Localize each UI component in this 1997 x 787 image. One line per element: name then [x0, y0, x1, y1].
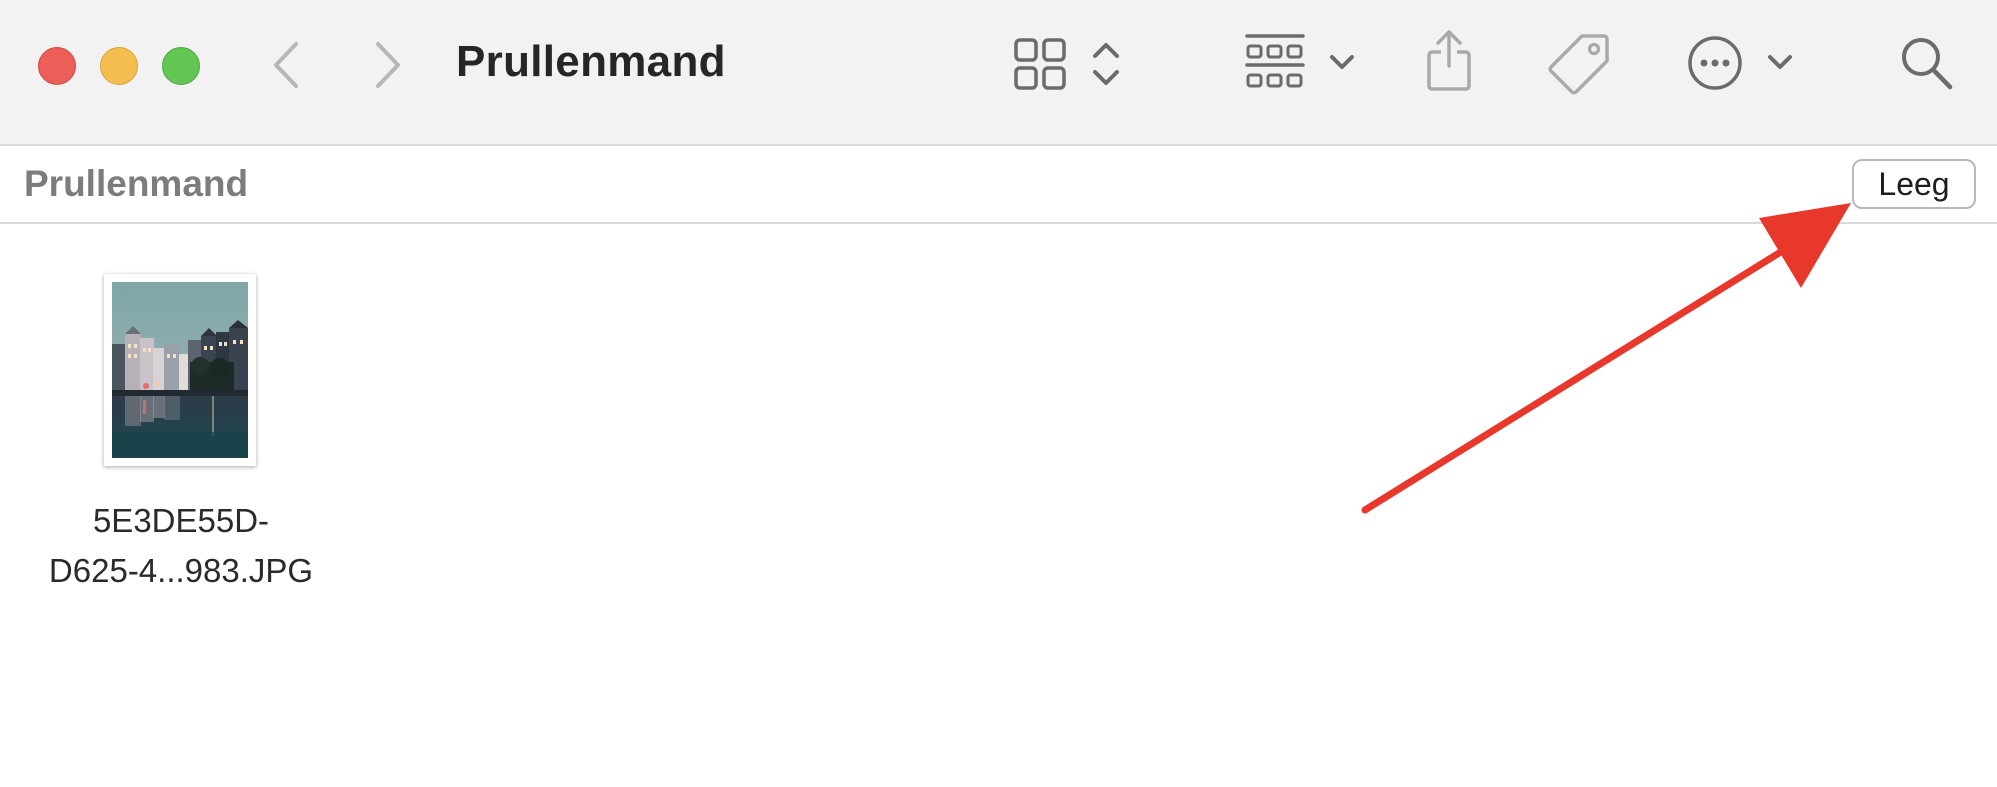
canal-houses-photo — [112, 282, 248, 458]
chevron-down-icon[interactable] — [1766, 52, 1794, 72]
group-by-icon[interactable] — [1244, 32, 1306, 94]
file-name-line-2: D625-4...983.JPG — [48, 552, 314, 589]
file-name-label[interactable]: 5E3DE55D- D625-4...983.JPG — [10, 496, 352, 596]
file-name-line-1: 5E3DE55D- — [92, 502, 270, 539]
view-switch-updown-icon[interactable] — [1090, 38, 1122, 90]
share-icon[interactable] — [1424, 28, 1474, 94]
chevron-down-icon[interactable] — [1328, 52, 1356, 72]
toolbar: Prullenmand — [0, 0, 1997, 146]
icon-view-grid-icon[interactable] — [1012, 36, 1068, 92]
close-window-button[interactable] — [38, 47, 76, 85]
maximize-window-button[interactable] — [162, 47, 200, 85]
file-item[interactable]: 5E3DE55D- D625-4...983.JPG — [10, 274, 352, 604]
forward-chevron-icon[interactable] — [370, 38, 406, 92]
location-title: Prullenmand — [24, 163, 249, 204]
empty-trash-button[interactable]: Leeg — [1852, 159, 1976, 209]
finder-window: Prullenmand Prullenmand Leeg 5E3DE55D- D… — [0, 0, 1997, 787]
search-icon[interactable] — [1898, 34, 1956, 94]
image-thumbnail[interactable] — [104, 274, 256, 466]
tag-icon[interactable] — [1546, 30, 1612, 96]
file-browser-area[interactable]: 5E3DE55D- D625-4...983.JPG — [0, 224, 1997, 787]
back-chevron-icon[interactable] — [268, 38, 304, 92]
minimize-window-button[interactable] — [100, 47, 138, 85]
trash-header-bar: Prullenmand Leeg — [0, 146, 1997, 224]
more-actions-icon[interactable] — [1686, 34, 1744, 92]
window-title: Prullenmand — [456, 37, 726, 86]
